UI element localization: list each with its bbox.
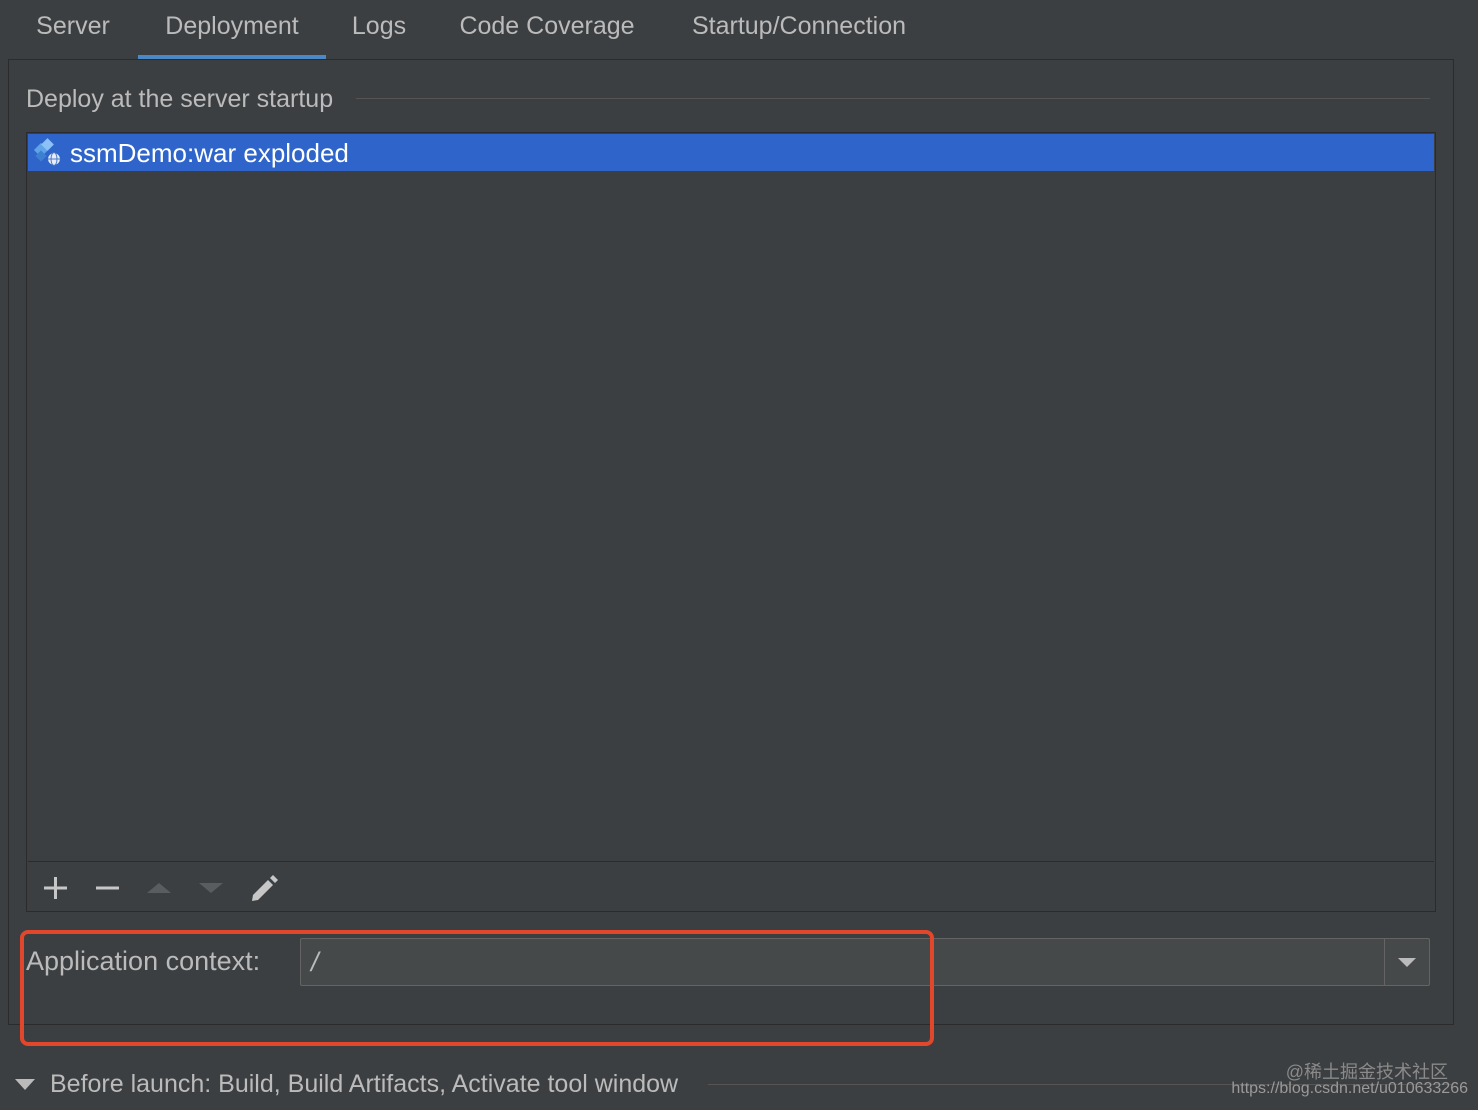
run-configuration-dialog: Server Deployment Logs Code Coverage Sta… [0,0,1478,1110]
tab-server[interactable]: Server [20,0,126,60]
move-down-button[interactable] [194,872,228,904]
expand-triangle-icon [15,1079,35,1090]
remove-button[interactable] [90,872,124,904]
section-divider [356,98,1430,99]
artifact-toolbar [28,861,1434,911]
deploy-section-title: Deploy at the server startup [26,85,334,113]
tab-logs[interactable]: Logs [340,0,418,60]
watermark-url: https://blog.csdn.net/u010633266 [1231,1080,1468,1097]
artifact-list[interactable]: ssmDemo:war exploded [26,132,1436,912]
war-exploded-artifact-icon [33,138,63,168]
tab-deployment[interactable]: Deployment [138,0,326,60]
list-item-artifact[interactable]: ssmDemo:war exploded [28,134,1434,171]
edit-pencil-icon [252,875,278,901]
application-context-combobox[interactable]: / [300,938,1430,986]
before-launch-header[interactable]: Before launch: Build, Build Artifacts, A… [50,1070,678,1099]
application-context-input[interactable]: / [311,947,319,977]
tab-bar: Server Deployment Logs Code Coverage Sta… [0,0,1478,60]
add-button[interactable] [38,872,72,904]
move-up-icon [147,883,171,893]
edit-button[interactable] [246,872,280,904]
add-icon [44,877,67,899]
move-up-button[interactable] [142,872,176,904]
move-down-icon [199,883,223,893]
chevron-down-icon [1398,958,1416,967]
remove-icon [96,886,119,890]
artifact-label: ssmDemo:war exploded [70,138,349,168]
application-context-label: Application context: [26,946,261,976]
tab-startup-connection[interactable]: Startup/Connection [674,0,924,60]
tab-code-coverage[interactable]: Code Coverage [444,0,650,60]
combobox-dropdown-button[interactable] [1385,939,1429,985]
before-launch-toggle[interactable] [12,1074,38,1096]
